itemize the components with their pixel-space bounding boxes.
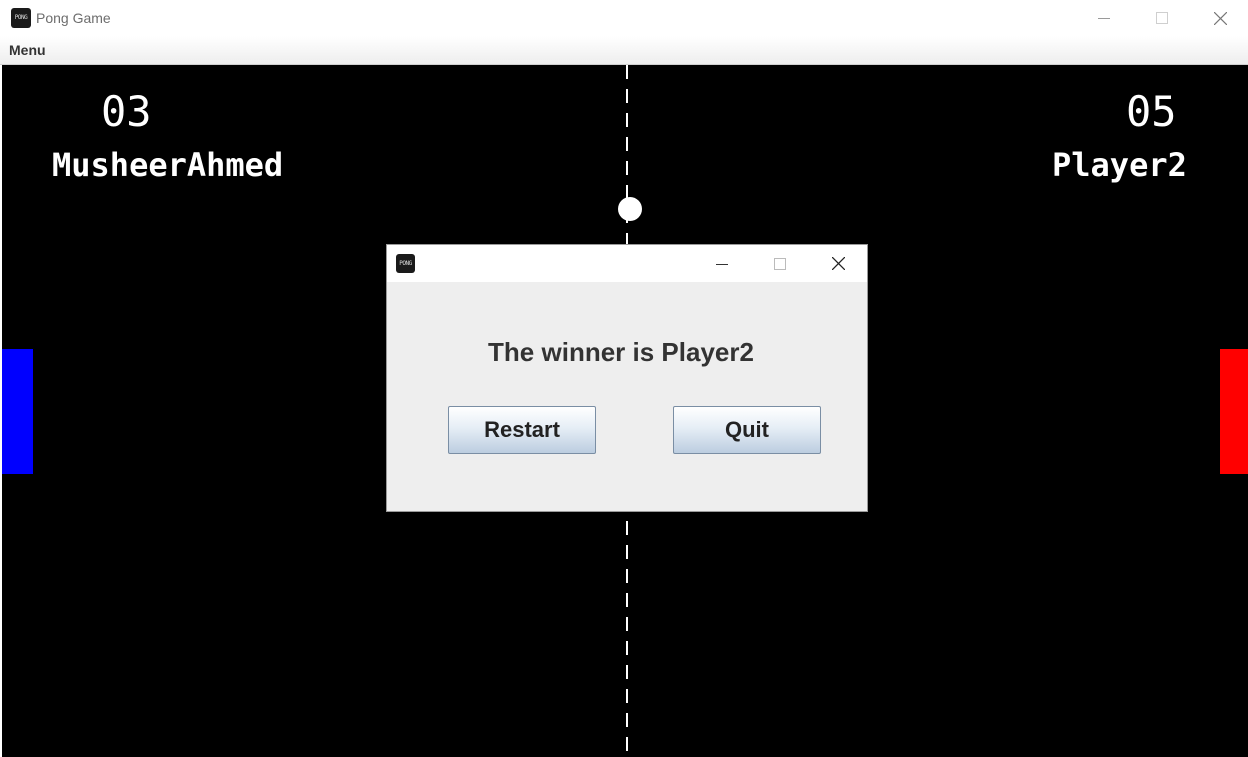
winner-dialog: PONG The winner is Player2 Restart Quit (386, 244, 868, 512)
window-title: Pong Game (36, 10, 111, 26)
dialog-minimize-button[interactable] (693, 245, 751, 282)
quit-button[interactable]: Quit (673, 406, 821, 454)
maximize-icon (1156, 12, 1168, 24)
maximize-button[interactable] (1133, 0, 1191, 36)
pong-app-icon: PONG (396, 254, 415, 273)
restart-button[interactable]: Restart (448, 406, 596, 454)
left-player-score: 03 (101, 87, 152, 136)
menu-bar: Menu (0, 36, 1248, 65)
close-icon (1213, 11, 1227, 25)
right-player-score: 05 (1126, 87, 1177, 136)
close-button[interactable] (1191, 0, 1248, 36)
menu-item-menu[interactable]: Menu (9, 42, 46, 58)
minimize-icon (716, 263, 728, 265)
minimize-button[interactable] (1075, 0, 1133, 36)
ball (618, 197, 642, 221)
dialog-close-button[interactable] (809, 245, 867, 282)
minimize-icon (1098, 18, 1110, 19)
pong-app-icon: PONG (11, 8, 31, 28)
winner-message: The winner is Player2 (488, 337, 754, 367)
maximize-icon (774, 257, 786, 270)
right-paddle (1220, 349, 1248, 474)
left-paddle (2, 349, 33, 474)
left-player-name: MusheerAhmed (52, 146, 284, 184)
right-player-name: Player2 (1052, 146, 1187, 184)
window-titlebar: PONG Pong Game (0, 0, 1248, 36)
close-icon (831, 257, 845, 270)
dialog-titlebar: PONG (387, 245, 867, 282)
dialog-maximize-button[interactable] (751, 245, 809, 282)
